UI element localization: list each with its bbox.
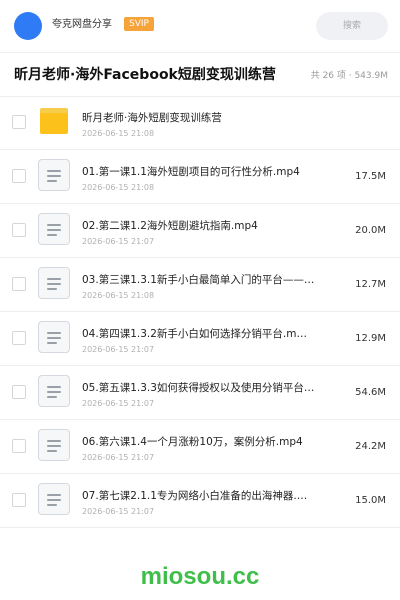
file-date: 2026-06-15 21:08 [82,291,155,300]
select-checkbox[interactable] [12,115,26,129]
folder-stats: 共 26 项 · 543.9M [310,71,388,81]
list-item[interactable]: 04.第四课1.3.2新手小白如何选择分销平台.m… 2026-06-15 21… [0,312,400,366]
video-file-icon [38,267,70,299]
file-name: 02.第二课1.2海外短剧避坑指南.mp4 [82,220,258,232]
file-name: 01.第一课1.1海外短剧项目的可行性分析.mp4 [82,166,300,178]
file-date: 2026-06-15 21:08 [82,183,155,192]
file-name: 07.第七课2.1.1专为网络小白准备的出海神器.… [82,490,308,502]
select-checkbox[interactable] [12,223,26,237]
video-file-icon [38,159,70,191]
share-username[interactable]: 夸克网盘分享 [52,18,112,32]
select-checkbox[interactable] [12,277,26,291]
select-checkbox[interactable] [12,439,26,453]
file-date: 2026-06-15 21:07 [82,237,155,246]
file-name: 03.第三课1.3.1新手小白最简单入门的平台——… [82,274,315,286]
file-name: 昕月老师·海外短剧变现训练营 [82,112,222,124]
video-file-icon [38,375,70,407]
header-divider [0,52,400,53]
watermark-text: miosou.cc [140,563,260,590]
video-file-icon [38,483,70,515]
folder-icon [40,108,68,134]
svip-badge: SVIP [124,17,154,31]
share-header: 夸克网盘分享 SVIP 搜索 [0,0,400,52]
video-file-icon [38,213,70,245]
select-checkbox[interactable] [12,331,26,345]
file-date: 2026-06-15 21:07 [82,345,155,354]
file-size: 20.0M [355,225,386,236]
select-checkbox[interactable] [12,169,26,183]
select-checkbox[interactable] [12,385,26,399]
select-checkbox[interactable] [12,493,26,507]
list-item[interactable]: 01.第一课1.1海外短剧项目的可行性分析.mp4 2026-06-15 21:… [0,150,400,204]
file-date: 2026-06-15 21:08 [82,129,155,138]
file-size: 17.5M [355,171,386,182]
file-size: 12.9M [355,333,386,344]
list-item[interactable]: 02.第二课1.2海外短剧避坑指南.mp4 2026-06-15 21:07 2… [0,204,400,258]
file-date: 2026-06-15 21:07 [82,507,155,516]
file-list: 昕月老师·海外短剧变现训练营 2026-06-15 21:08 01.第一课1.… [0,96,400,528]
file-name: 06.第六课1.4一个月涨粉10万，案例分析.mp4 [82,436,303,448]
list-item[interactable]: 06.第六课1.4一个月涨粉10万，案例分析.mp4 2026-06-15 21… [0,420,400,474]
search-button[interactable]: 搜索 [316,12,388,40]
file-size: 54.6M [355,387,386,398]
page-title: 昕月老师·海外Facebook短剧变现训练营 [14,67,276,83]
file-size: 24.2M [355,441,386,452]
video-file-icon [38,429,70,461]
list-item[interactable]: 07.第七课2.1.1专为网络小白准备的出海神器.… 2026-06-15 21… [0,474,400,528]
video-file-icon [38,321,70,353]
file-size: 12.7M [355,279,386,290]
avatar[interactable] [14,12,42,40]
file-date: 2026-06-15 21:07 [82,453,155,462]
file-size: 15.0M [355,495,386,506]
file-name: 05.第五课1.3.3如何获得授权以及使用分销平台… [82,382,315,394]
file-name: 04.第四课1.3.2新手小白如何选择分销平台.m… [82,328,307,340]
file-date: 2026-06-15 21:07 [82,399,155,408]
list-item[interactable]: 昕月老师·海外短剧变现训练营 2026-06-15 21:08 [0,96,400,150]
list-item[interactable]: 03.第三课1.3.1新手小白最简单入门的平台——… 2026-06-15 21… [0,258,400,312]
list-item[interactable]: 05.第五课1.3.3如何获得授权以及使用分销平台… 2026-06-15 21… [0,366,400,420]
